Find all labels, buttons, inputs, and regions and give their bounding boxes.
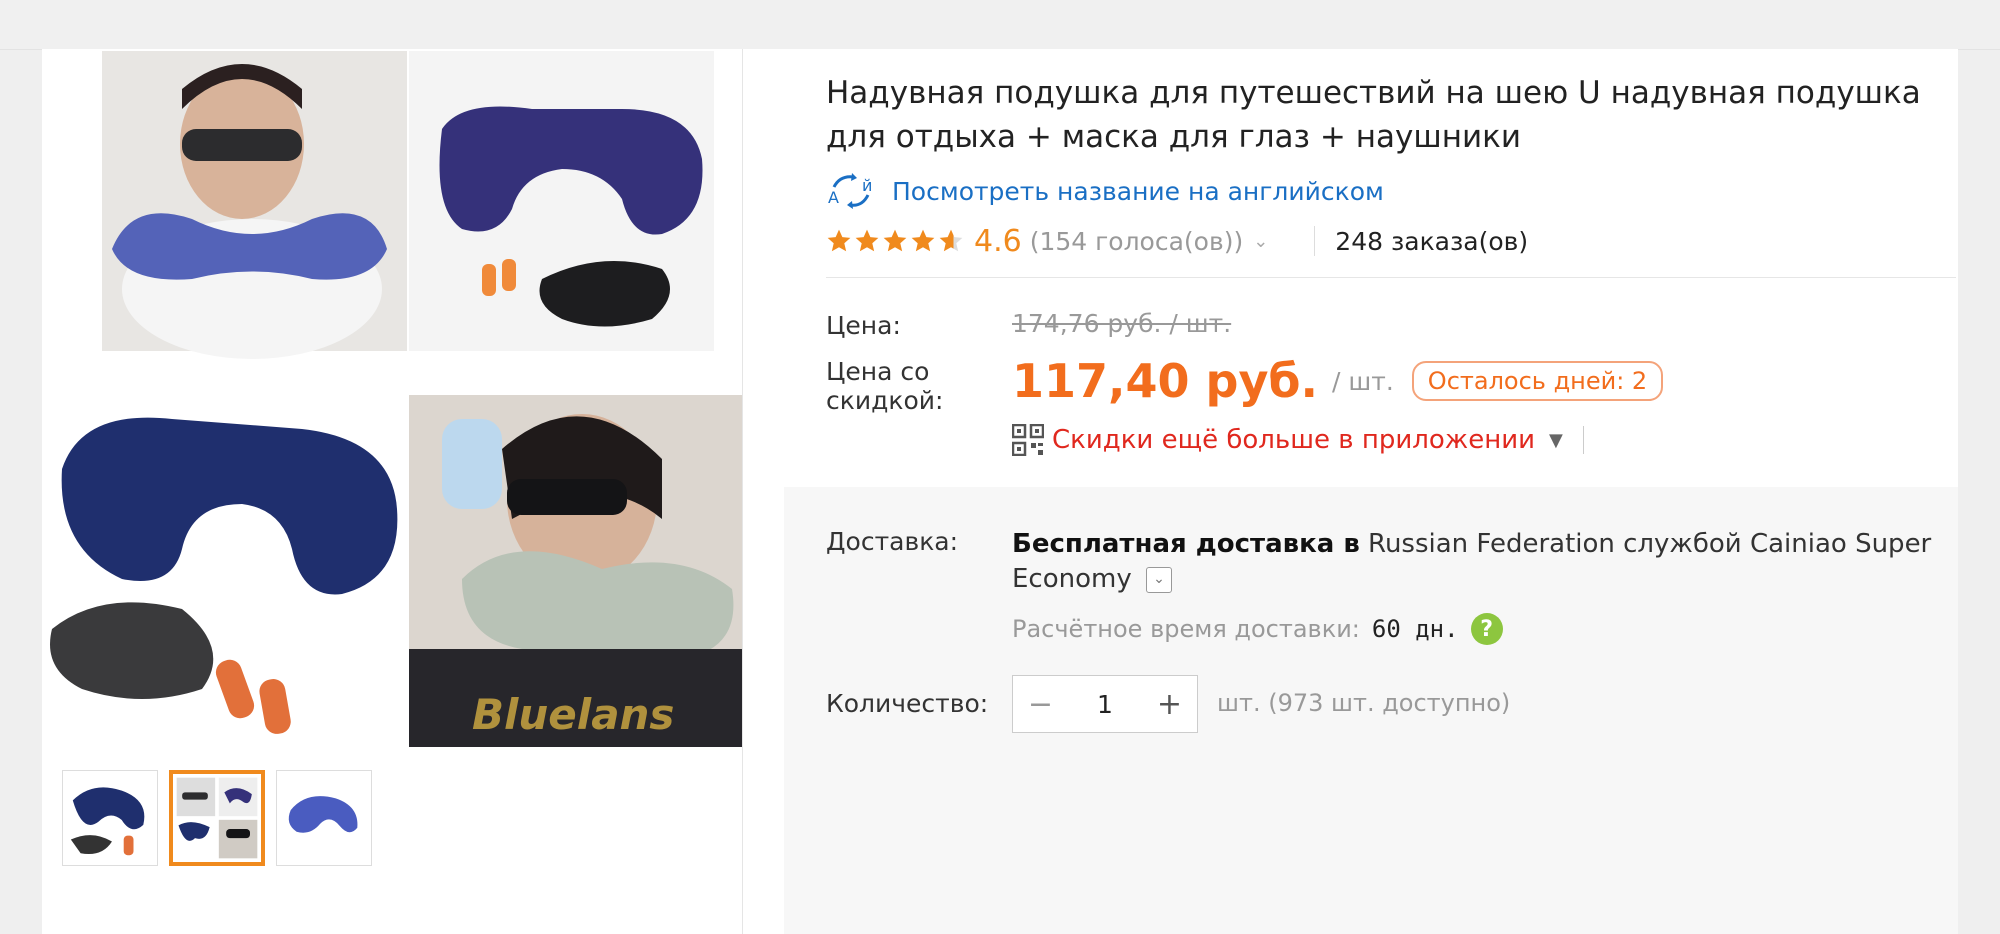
rating-row: 4.6 (154 голоса(ов)) ⌄ 248 заказа(ов): [826, 219, 1528, 263]
product-info: Надувная подушка для путешествий на шею …: [784, 49, 1958, 934]
svg-text:й: й: [862, 176, 872, 195]
discount-price: 117,40 руб.: [1012, 354, 1319, 408]
thumbnail-2[interactable]: [169, 770, 265, 866]
quantity-input[interactable]: [1068, 678, 1142, 730]
translate-title-link[interactable]: Посмотреть название на английском: [892, 177, 1384, 206]
delivery-info: Бесплатная доставка в Russian Federation…: [1012, 527, 1932, 597]
discount-price-label: Цена со скидкой:: [826, 357, 944, 415]
chevron-down-icon[interactable]: ⌄: [1253, 231, 1268, 252]
rating-value: 4.6: [974, 223, 1022, 259]
main-product-image[interactable]: Bluelans: [42, 49, 742, 769]
price-label: Цена:: [826, 311, 901, 340]
star-icon: [827, 229, 851, 252]
app-discount-row[interactable]: Скидки ещё больше в приложении ▼: [1012, 419, 1584, 461]
votes-count[interactable]: (154 голоса(ов)): [1030, 227, 1243, 256]
quantity-stepper: − +: [1012, 675, 1198, 733]
qr-code-icon: [1012, 424, 1044, 456]
product-title: Надувная подушка для путешествий на шею …: [826, 75, 1921, 155]
help-icon[interactable]: ?: [1470, 613, 1503, 645]
delivery-eta: Расчётное время доставки: 60 дн. ?: [1012, 609, 1503, 649]
divider: [1314, 226, 1316, 256]
product-gallery: Bluelans: [42, 49, 743, 934]
star-half-icon: [939, 229, 963, 252]
watermark-text: Bluelans: [472, 690, 674, 739]
rating-stars: [826, 228, 966, 254]
orders-count: 248 заказа(ов): [1335, 226, 1529, 256]
eta-value: 60 дн.: [1371, 615, 1459, 643]
delivery-label: Доставка:: [826, 527, 959, 556]
shipping-dropdown-icon[interactable]: ⌄: [1146, 566, 1172, 593]
divider: [826, 277, 1956, 278]
translate-icon: A й: [828, 173, 872, 209]
old-price: 174,76 руб. / шт.: [1012, 309, 1232, 338]
svg-text:A: A: [828, 188, 839, 207]
days-left-badge: Осталось дней: 2: [1411, 361, 1664, 401]
delivery-free-text: Бесплатная доставка в: [1012, 529, 1360, 559]
translate-row: A й Посмотреть название на английском: [826, 171, 1384, 211]
stock-available: шт. (973 шт. доступно): [1217, 689, 1511, 717]
eta-label: Расчётное время доставки:: [1012, 615, 1360, 643]
star-icon: [883, 229, 907, 252]
quantity-label: Количество:: [826, 689, 989, 718]
triangle-down-icon: ▼: [1549, 429, 1563, 451]
star-icon: [911, 229, 935, 252]
decrement-button[interactable]: −: [1013, 676, 1068, 732]
thumbnail-1[interactable]: [62, 770, 158, 866]
thumbnail-3[interactable]: [276, 770, 372, 866]
discount-price-row: 117,40 руб. / шт. Осталось дней: 2: [1012, 349, 1664, 413]
star-icon: [855, 229, 879, 252]
increment-button[interactable]: +: [1142, 676, 1197, 732]
app-discount-text: Скидки ещё больше в приложении: [1052, 425, 1536, 455]
top-bar: [0, 0, 2000, 50]
divider: [1582, 426, 1584, 454]
product-page: Bluelans Надувная подушка для путешестви…: [42, 49, 1958, 934]
per-unit-label: / шт.: [1332, 366, 1394, 396]
